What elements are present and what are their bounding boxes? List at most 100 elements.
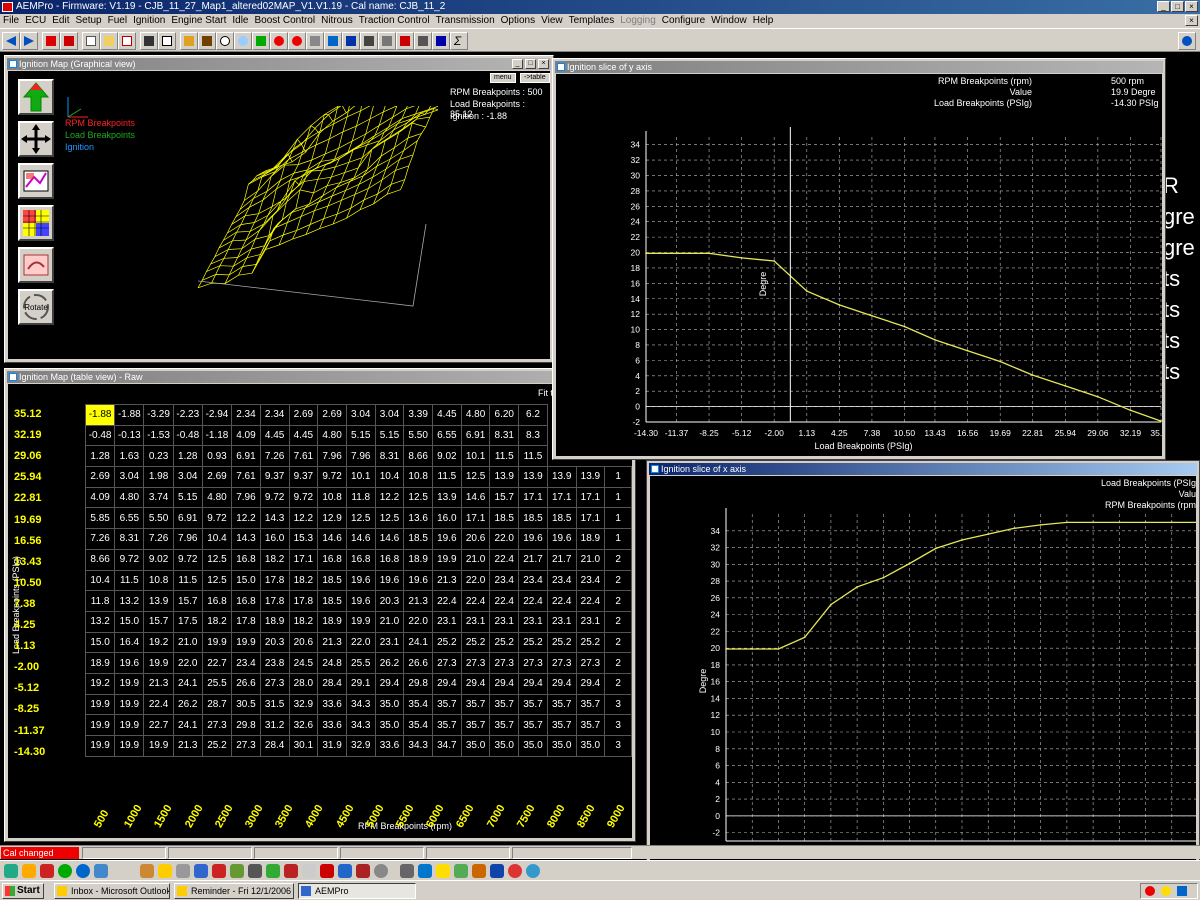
table-cell[interactable]: 29.8 [231,714,261,736]
table-cell[interactable]: 10.8 [403,466,434,488]
table-cell[interactable]: 22.7 [201,652,233,674]
table-cell[interactable]: 16.0 [432,507,462,530]
quicklaunch-icon[interactable] [436,864,450,878]
table-cell[interactable]: 16.8 [231,548,261,571]
table-cell[interactable]: 12.5 [201,569,233,592]
table-cell[interactable]: 9.72 [317,466,347,488]
table-cell[interactable]: 24.1 [172,714,203,736]
table-cell[interactable]: 4.80 [317,424,347,447]
menu-engine-start[interactable]: Engine Start [168,14,229,28]
graph-canvas[interactable]: Rotate menu ->table RPM Breakpoints Load… [8,71,550,359]
quicklaunch-icon[interactable] [472,864,486,878]
table-cell[interactable]: 9.37 [259,466,290,488]
table-cell[interactable]: 11.5 [114,569,145,592]
table-cell[interactable]: 7.96 [345,445,376,468]
table-cell[interactable]: 17.8 [231,610,261,633]
table-cell[interactable]: 10.8 [317,486,347,509]
table-cell[interactable]: 19.9 [84,693,116,716]
table-cell[interactable]: 22.4 [460,590,491,612]
log-icon[interactable] [414,32,432,50]
quicklaunch-icon[interactable] [230,864,244,878]
table-cell[interactable]: 25.2 [518,631,548,654]
table-cell[interactable]: 25.2 [432,631,462,654]
table-cell[interactable]: 19.9 [143,735,174,757]
menu-view[interactable]: View [538,14,566,28]
table-cell[interactable]: 23.1 [575,610,606,633]
table-cell[interactable]: 16.8 [231,590,261,612]
grid-icon[interactable] [378,32,396,50]
table-cell[interactable]: 19.9 [84,714,116,736]
table-cell[interactable]: 21.3 [317,631,347,654]
settings-icon[interactable] [306,32,324,50]
table-cell[interactable]: 34.3 [345,714,376,736]
table-cell[interactable]: 11.5 [432,466,462,488]
xslice-chart[interactable]: 5001000150020002500300035004000450050005… [650,476,1196,866]
menu-setup[interactable]: Setup [72,14,104,28]
table-cell[interactable]: 29.4 [374,672,405,695]
table-cell[interactable]: 35.0 [546,735,577,757]
table-cell[interactable]: 19.6 [403,569,434,592]
table-cell[interactable]: 34.7 [432,735,462,757]
table-cell[interactable]: 1 [604,466,632,488]
table-cell[interactable]: 11.8 [84,590,116,612]
table-cell[interactable]: 22.0 [403,610,434,633]
table-cell[interactable]: 19.9 [114,672,145,695]
table-cell[interactable]: 2 [604,652,632,674]
table-cell[interactable]: 2.69 [288,404,319,426]
table-cell[interactable]: 22.0 [489,528,520,550]
table-cell[interactable]: 13.2 [84,610,116,633]
table-cell[interactable]: 19.9 [345,610,376,633]
table-cell[interactable]: 19.9 [432,548,462,571]
table-cell[interactable]: 3.74 [143,486,174,509]
table-cell[interactable]: 35.7 [546,693,577,716]
table-cell[interactable]: 6.2 [518,404,548,426]
wrench-icon[interactable] [198,32,216,50]
table-cell[interactable]: 18.9 [259,610,290,633]
table-cell[interactable]: 27.3 [546,652,577,674]
table-cell[interactable]: 33.6 [317,714,347,736]
table-cell[interactable]: 23.4 [518,569,548,592]
table-cell[interactable]: 7.96 [231,486,261,509]
open-file-icon[interactable] [100,32,118,50]
table-cell[interactable]: 13.9 [546,466,577,488]
new-file-icon[interactable] [82,32,100,50]
table-cell[interactable]: 25.2 [489,631,520,654]
table-cell[interactable]: 18.5 [518,507,548,530]
mdi-close-icon[interactable]: × [1185,15,1198,26]
table-cell[interactable]: 5.15 [172,486,203,509]
table-cell[interactable]: 18.9 [403,548,434,571]
table-cell[interactable]: 35.0 [374,714,405,736]
table-cell[interactable]: 26.6 [403,652,434,674]
quicklaunch-icon[interactable] [374,864,388,878]
table-cell[interactable]: 35.7 [575,714,606,736]
task-reminder[interactable]: Reminder - Fri 12/1/2006 ... [174,883,294,899]
table-cell[interactable]: 14.3 [259,507,290,530]
quicklaunch-icon[interactable] [58,864,72,878]
minimize-icon[interactable]: _ [512,59,523,69]
menu-traction-control[interactable]: Traction Control [356,14,433,28]
table-cell[interactable]: 19.6 [114,652,145,674]
table-cell[interactable]: 1.28 [84,445,116,468]
table-cell[interactable]: 3.04 [172,466,203,488]
table-cell[interactable]: 5.50 [143,507,174,530]
help-icon[interactable] [1178,32,1196,50]
table-cell[interactable]: 19.6 [374,569,405,592]
quicklaunch-icon[interactable] [212,864,226,878]
table-cell[interactable]: 12.2 [288,507,319,530]
table-cell[interactable]: 21.3 [432,569,462,592]
table-cell[interactable]: 14.6 [460,486,491,509]
table-cell[interactable]: 35.7 [489,714,520,736]
stop-icon[interactable] [270,32,288,50]
table-cell[interactable]: 24.1 [172,672,203,695]
table-cell[interactable]: -1.53 [143,424,174,447]
table-cell[interactable]: 7.26 [143,528,174,550]
table-cell[interactable]: 3.04 [374,404,405,426]
table-cell[interactable]: 35.7 [460,714,491,736]
table-cell[interactable]: 13.9 [432,486,462,509]
table-cell[interactable]: 35.7 [546,714,577,736]
ie-icon[interactable] [76,864,90,878]
menu-edit[interactable]: Edit [49,14,72,28]
table-cell[interactable]: 3 [604,735,632,757]
rotate-icon[interactable]: Rotate [18,289,54,325]
table-cell[interactable]: 22.4 [518,590,548,612]
